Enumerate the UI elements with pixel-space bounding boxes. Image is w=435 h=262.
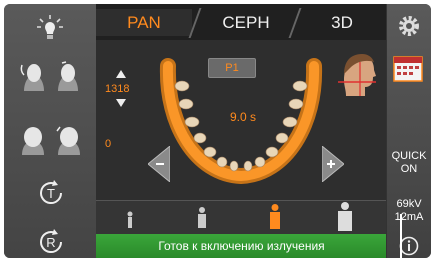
arrow-right-icon bbox=[321, 144, 345, 184]
tab-ceph[interactable]: CEPH bbox=[198, 9, 294, 36]
svg-text:R: R bbox=[46, 235, 55, 250]
tab-label: PAN bbox=[127, 12, 161, 32]
svg-text:T: T bbox=[47, 186, 55, 201]
rotate-t-icon: T bbox=[40, 180, 63, 205]
head-tilt-right-button[interactable] bbox=[54, 60, 84, 96]
main-panel: PAN CEPH 3D 1318 0 P1 9.0 s Готов к вклю… bbox=[96, 4, 387, 258]
tab-3d[interactable]: 3D bbox=[298, 9, 386, 36]
lamp-button[interactable] bbox=[32, 10, 68, 46]
left-toolbar: T R bbox=[4, 4, 96, 258]
head-profile-right-button[interactable] bbox=[54, 122, 84, 158]
device-screen: T R PAN CEPH 3D 1318 0 P1 9.0 s Готов к … bbox=[4, 4, 431, 258]
head-profile-left-button[interactable] bbox=[18, 122, 48, 158]
info-icon bbox=[399, 236, 419, 256]
patient-medium-icon[interactable] bbox=[268, 204, 282, 230]
arrow-up-icon[interactable] bbox=[116, 70, 126, 78]
rotate-r-button[interactable]: R bbox=[34, 226, 68, 258]
kv-value: 69kV bbox=[396, 198, 422, 210]
status-bar: Готов к включению излучения bbox=[96, 234, 387, 258]
head-tilt-left-button[interactable] bbox=[18, 60, 48, 96]
tab-label: CEPH bbox=[222, 12, 270, 32]
lamp-icon bbox=[37, 15, 63, 39]
patient-small-icon[interactable] bbox=[196, 207, 208, 229]
calendar-button[interactable] bbox=[393, 56, 423, 87]
head-side-icon bbox=[338, 54, 376, 96]
quick-mode-button[interactable]: QUICK ON bbox=[387, 150, 431, 176]
patient-size-selector bbox=[96, 200, 387, 235]
head-tilt-icon bbox=[58, 61, 78, 91]
right-toolbar: QUICK ON 69kV 12mA bbox=[386, 4, 431, 258]
patient-child-icon[interactable] bbox=[126, 211, 134, 229]
height-value: 1318 bbox=[105, 83, 130, 95]
head-tilt-icon bbox=[20, 64, 44, 91]
arrow-left-icon bbox=[147, 144, 171, 184]
head-profile-icon bbox=[22, 127, 44, 155]
ma-value: 12mA bbox=[394, 211, 424, 223]
tab-label: 3D bbox=[331, 12, 353, 32]
arrow-right-button[interactable] bbox=[321, 144, 345, 187]
exposure-values: 69kV 12mA bbox=[387, 198, 431, 224]
mode-tabs: PAN CEPH 3D bbox=[96, 4, 387, 40]
arrow-left-button[interactable] bbox=[147, 144, 171, 187]
head-profile-icon bbox=[56, 126, 80, 155]
calendar-icon bbox=[393, 56, 423, 82]
quick-line2: ON bbox=[400, 163, 418, 175]
offset-value: 0 bbox=[105, 138, 112, 150]
rotate-t-button[interactable]: T bbox=[34, 176, 68, 210]
tab-pan[interactable]: PAN bbox=[96, 9, 192, 36]
arrow-down-icon[interactable] bbox=[116, 99, 126, 107]
patient-large-icon[interactable] bbox=[336, 202, 354, 232]
settings-icon bbox=[399, 16, 419, 36]
text-cursor bbox=[400, 214, 402, 258]
quick-line1: QUICK bbox=[391, 150, 427, 162]
settings-button[interactable] bbox=[397, 14, 421, 43]
scan-time: 9.0 s bbox=[230, 110, 257, 124]
jaw-arch-diagram bbox=[159, 58, 323, 185]
info-button[interactable] bbox=[399, 236, 419, 258]
rotate-r-icon: R bbox=[40, 229, 63, 254]
